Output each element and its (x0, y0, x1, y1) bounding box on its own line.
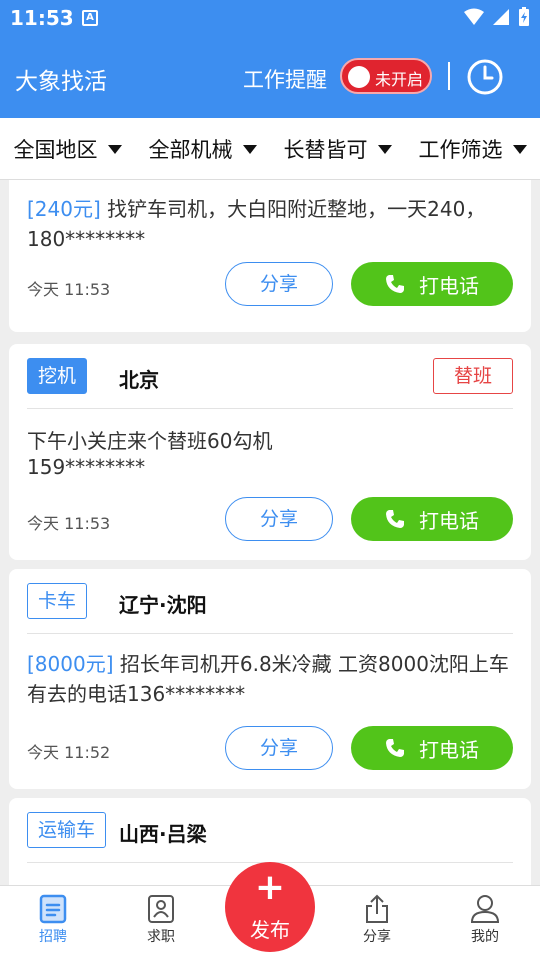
dropdown-arrow-icon (107, 145, 122, 154)
filter-label: 全国地区 (13, 137, 98, 162)
tab-label: 我的 (471, 929, 499, 945)
system-icons (464, 7, 530, 27)
card-divider (27, 633, 513, 634)
call-label: 打电话 (419, 273, 479, 298)
job-card[interactable]: 挖机 北京 替班 下午小关庄来个替班60勾机 159******** 今天 11… (9, 344, 531, 560)
filter-machinery[interactable]: 全部机械 (135, 134, 270, 164)
notification-icon: A (82, 10, 98, 26)
card-divider (27, 408, 513, 409)
recruit-list-icon (39, 894, 67, 924)
machine-tag: 卡车 (27, 583, 88, 619)
post-time: 今天 11:52 (27, 743, 111, 762)
filter-region[interactable]: 全国地区 (0, 134, 135, 164)
filter-label: 全部机械 (148, 137, 233, 162)
post-time: 今天 11:53 (27, 514, 111, 533)
job-location: 辽宁·沈阳 (119, 593, 207, 617)
work-reminder-toggle[interactable]: 未开启 (340, 58, 432, 94)
profile-icon (470, 895, 500, 923)
tab-job-seek[interactable]: 求职 (121, 894, 201, 946)
wifi-icon (464, 8, 484, 25)
status-time: 11:53 (10, 6, 74, 30)
tab-mine[interactable]: 我的 (445, 894, 525, 946)
job-location: 北京 (119, 368, 159, 392)
job-phone: 159******** (27, 455, 146, 479)
toggle-status-text: 未开启 (375, 70, 424, 89)
dropdown-arrow-icon (512, 145, 527, 154)
share-button[interactable]: 分享 (225, 262, 333, 306)
resume-icon (148, 895, 174, 923)
app-header: 大象找活 工作提醒 未开启 (0, 36, 540, 118)
tab-label: 求职 (147, 929, 175, 945)
dropdown-arrow-icon (377, 145, 392, 154)
share-icon (366, 894, 388, 923)
job-card[interactable]: [240元] 找铲车司机，大白阳附近整地，一天240，180******** 今… (9, 180, 531, 332)
call-label: 打电话 (419, 737, 479, 762)
job-price: [8000元] (27, 652, 114, 676)
filter-duration[interactable]: 长替皆可 (270, 134, 405, 164)
job-description: [240元] 找铲车司机，大白阳附近整地，一天240，180******** (27, 194, 513, 254)
share-button[interactable]: 分享 (225, 497, 333, 541)
header-divider (448, 62, 450, 90)
machine-tag: 挖机 (27, 358, 88, 394)
job-location: 山西·吕梁 (119, 822, 207, 846)
filter-label: 工作筛选 (418, 137, 503, 162)
substitute-badge: 替班 (433, 358, 513, 394)
call-button[interactable]: 打电话 (351, 497, 513, 541)
tab-share[interactable]: 分享 (337, 894, 417, 946)
clock-icon[interactable] (466, 58, 504, 96)
call-label: 打电话 (419, 508, 479, 533)
tab-recruit[interactable]: 招聘 (13, 894, 93, 946)
filter-work[interactable]: 工作筛选 (405, 134, 540, 164)
post-time: 今天 11:53 (27, 280, 111, 299)
publish-button[interactable]: + 发布 (225, 862, 315, 952)
call-button[interactable]: 打电话 (351, 726, 513, 770)
job-price: [240元] (27, 197, 101, 221)
tab-label: 分享 (363, 929, 391, 945)
toggle-knob (348, 66, 370, 88)
job-description: [8000元] 招长年司机开6.8米冷藏 工资8000沈阳上车 有去的电话136… (27, 649, 517, 709)
battery-icon (519, 7, 529, 26)
status-bar: 11:53 A (0, 0, 540, 36)
phone-icon (386, 739, 404, 757)
job-text: 下午小关庄来个替班60勾机 (27, 429, 273, 453)
phone-icon (386, 510, 404, 528)
job-card[interactable]: 卡车 辽宁·沈阳 [8000元] 招长年司机开6.8米冷藏 工资8000沈阳上车… (9, 569, 531, 789)
tab-label: 招聘 (39, 929, 67, 945)
publish-label: 发布 (250, 918, 290, 942)
job-list[interactable]: [240元] 找铲车司机，大白阳附近整地，一天240，180******** 今… (0, 180, 540, 885)
filter-bar: 全国地区 全部机械 长替皆可 工作筛选 (0, 118, 540, 180)
share-button[interactable]: 分享 (225, 726, 333, 770)
work-reminder-label: 工作提醒 (243, 68, 327, 92)
job-description: 下午小关庄来个替班60勾机 159******** (27, 426, 513, 478)
machine-tag: 运输车 (27, 812, 107, 848)
call-button[interactable]: 打电话 (351, 262, 513, 306)
app-title: 大象找活 (15, 69, 107, 95)
plus-icon: + (254, 867, 286, 908)
dropdown-arrow-icon (242, 145, 257, 154)
filter-label: 长替皆可 (283, 137, 368, 162)
signal-icon (493, 9, 509, 25)
phone-icon (386, 275, 404, 293)
